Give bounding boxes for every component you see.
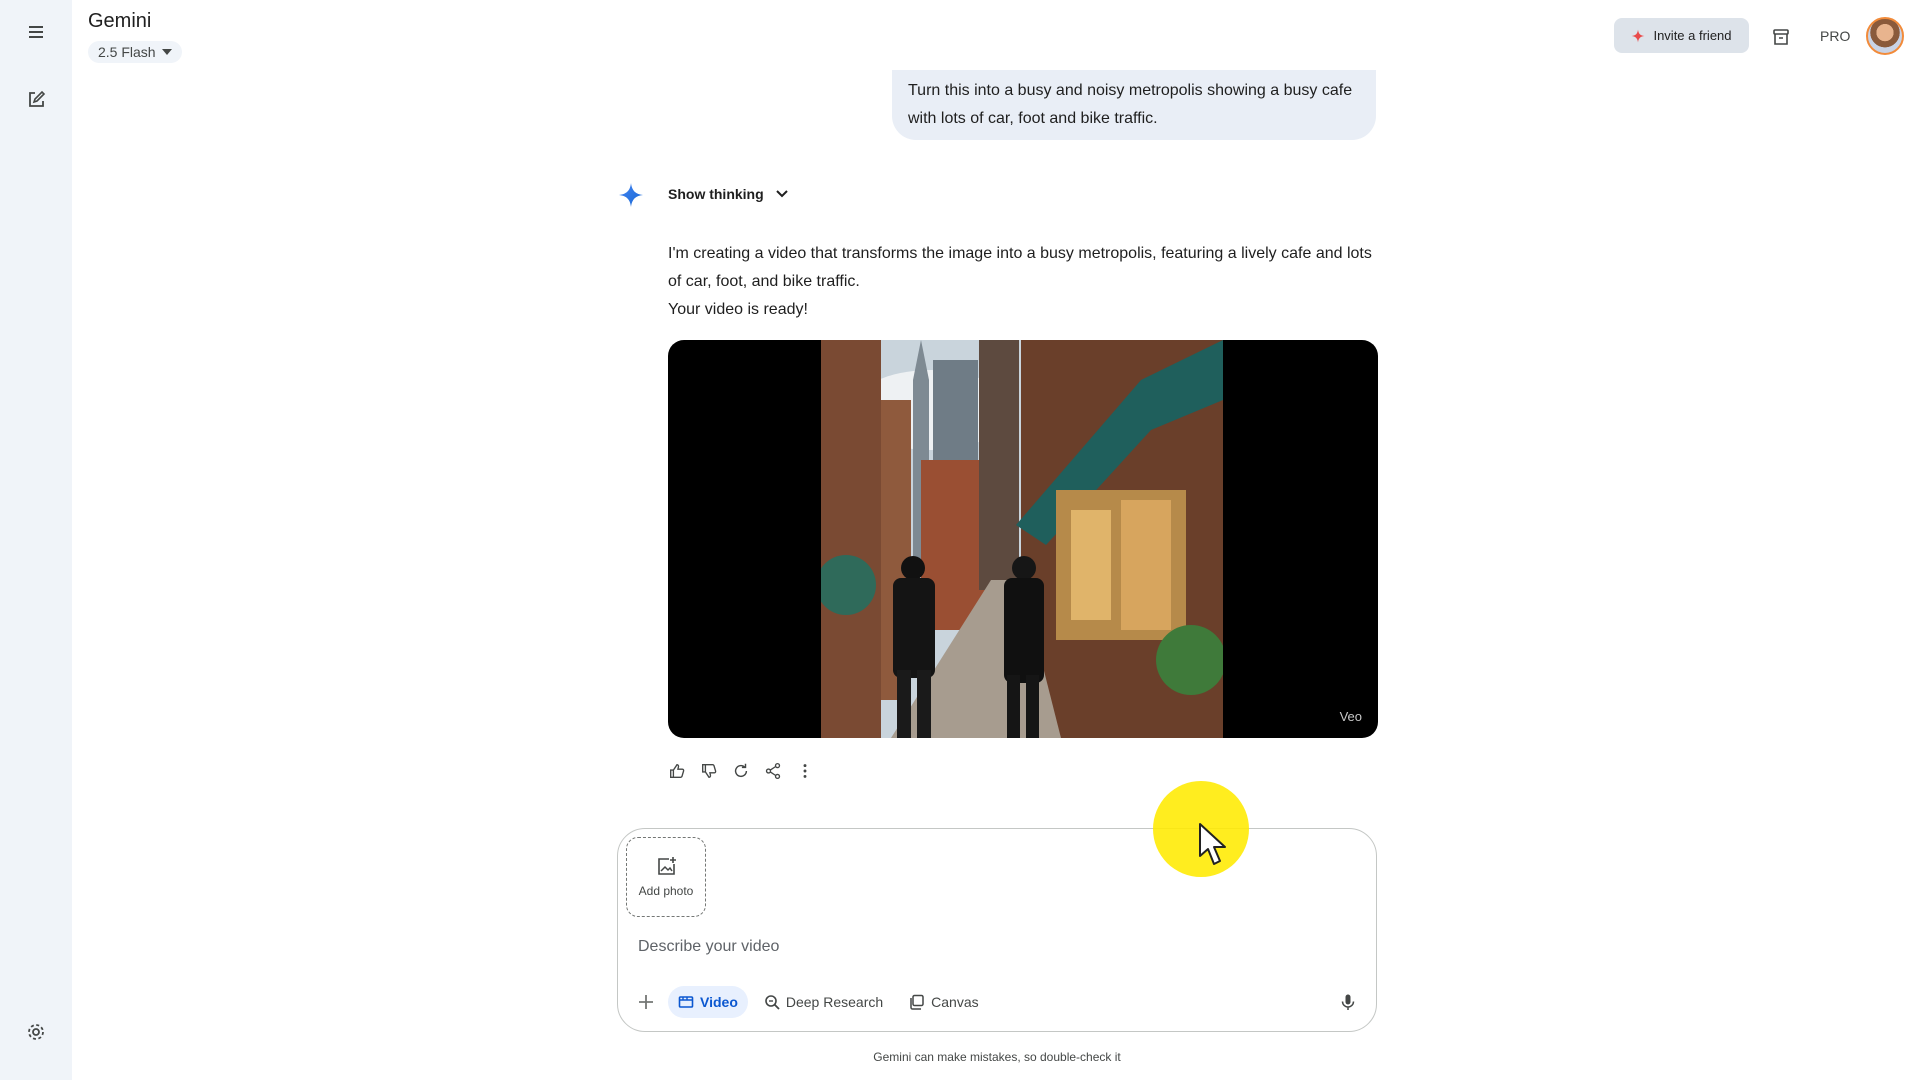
show-thinking-label: Show thinking bbox=[668, 186, 764, 202]
prompt-input[interactable] bbox=[638, 933, 1338, 961]
video-tool-button[interactable]: Video bbox=[668, 986, 748, 1018]
share-icon bbox=[765, 762, 781, 780]
microphone-button[interactable] bbox=[1336, 990, 1360, 1014]
user-message: Turn this into a busy and noisy metropol… bbox=[892, 70, 1376, 140]
avatar[interactable] bbox=[1866, 17, 1904, 55]
deep-research-tool-label: Deep Research bbox=[785, 994, 884, 1010]
disclaimer: Gemini can make mistakes, so double-chec… bbox=[873, 1050, 1121, 1064]
canvas-tool-label: Canvas bbox=[931, 994, 979, 1010]
share-button[interactable] bbox=[762, 760, 784, 782]
show-thinking-toggle[interactable]: Show thinking bbox=[668, 186, 790, 202]
sparkle-icon bbox=[1632, 29, 1645, 42]
add-photo-button[interactable]: Add photo bbox=[626, 837, 706, 917]
video-frame bbox=[821, 340, 1223, 738]
mouse-cursor-icon bbox=[1199, 823, 1226, 865]
response-line: Your video is ready! bbox=[668, 301, 808, 318]
archive-icon bbox=[1773, 29, 1789, 45]
side-rail bbox=[0, 0, 72, 1080]
response-line: I'm creating a video that transforms the… bbox=[668, 245, 1372, 290]
new-chat-button[interactable] bbox=[16, 80, 56, 120]
more-options-button[interactable] bbox=[794, 760, 816, 782]
thumbs-up-icon bbox=[670, 764, 685, 778]
thumbs-up-button[interactable] bbox=[666, 760, 688, 782]
add-files-button[interactable] bbox=[630, 986, 662, 1018]
response-actions bbox=[666, 760, 816, 782]
chevron-down-icon bbox=[775, 190, 788, 198]
prompt-composer: Add photo Video Deep Research Canvas bbox=[617, 828, 1377, 1032]
regenerate-button[interactable] bbox=[730, 760, 752, 782]
more-vert-icon bbox=[803, 764, 807, 778]
menu-button[interactable] bbox=[16, 12, 56, 52]
plus-icon bbox=[639, 995, 653, 1009]
add-photo-label: Add photo bbox=[638, 884, 694, 898]
thumbs-down-button[interactable] bbox=[698, 760, 720, 782]
deep-research-icon bbox=[765, 995, 780, 1010]
composer-tools: Video Deep Research Canvas bbox=[630, 986, 989, 1018]
invite-label: Invite a friend bbox=[1653, 28, 1732, 43]
deep-research-tool-button[interactable]: Deep Research bbox=[754, 986, 893, 1018]
microphone-icon bbox=[1341, 994, 1355, 1010]
chevron-down-icon bbox=[161, 49, 172, 55]
model-name: 2.5 Flash bbox=[98, 44, 156, 60]
settings-icon bbox=[28, 1024, 44, 1040]
add-photo-icon bbox=[658, 857, 676, 875]
canvas-tool-button[interactable]: Canvas bbox=[899, 986, 988, 1018]
video-icon bbox=[678, 996, 694, 1008]
veo-watermark: Veo bbox=[1339, 709, 1362, 724]
archive-button[interactable] bbox=[1766, 22, 1796, 52]
new-chat-icon bbox=[29, 90, 46, 107]
video-tool-label: Video bbox=[700, 994, 738, 1010]
generated-video[interactable]: Veo bbox=[668, 340, 1378, 738]
gemini-sparkle-icon bbox=[619, 183, 643, 207]
regenerate-icon bbox=[734, 763, 748, 778]
response-text: I'm creating a video that transforms the… bbox=[668, 240, 1380, 324]
video-still bbox=[821, 340, 1223, 738]
thumbs-down-icon bbox=[702, 764, 717, 778]
invite-friend-button[interactable]: Invite a friend bbox=[1614, 18, 1749, 53]
settings-button[interactable] bbox=[16, 1012, 56, 1052]
model-selector[interactable]: 2.5 Flash bbox=[88, 41, 182, 63]
app-title: Gemini bbox=[88, 10, 152, 32]
pro-badge: PRO bbox=[1820, 28, 1851, 44]
menu-icon bbox=[29, 26, 43, 38]
canvas-icon bbox=[910, 994, 924, 1010]
